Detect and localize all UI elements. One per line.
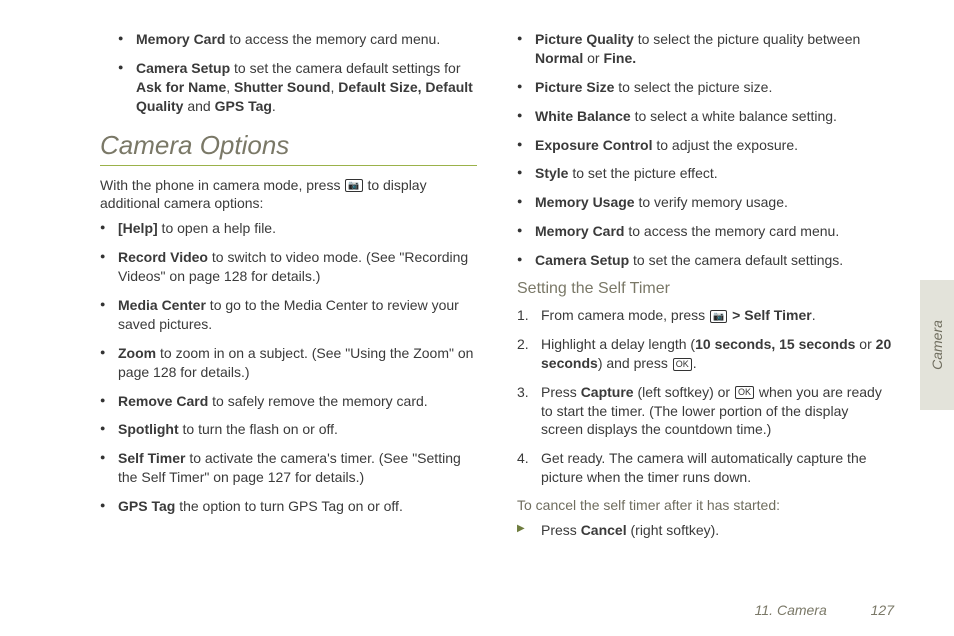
footer-page-number: 127	[871, 602, 894, 618]
list-item: Remove Card to safely remove the memory …	[100, 392, 477, 411]
camera-options-list-left: [Help] to open a help file. Record Video …	[100, 219, 477, 516]
section-rule	[100, 165, 477, 166]
list-item: Press Cancel (right softkey).	[517, 521, 894, 540]
footer-chapter: 11. Camera	[755, 602, 827, 618]
list-item: Record Video to switch to video mode. (S…	[100, 248, 477, 286]
list-item: Memory Card to access the memory card me…	[517, 222, 894, 241]
list-item: Camera Setup to set the camera default s…	[517, 251, 894, 270]
cancel-list: Press Cancel (right softkey).	[517, 521, 894, 540]
ok-icon: OK	[673, 358, 692, 371]
list-item: GPS Tag the option to turn GPS Tag on or…	[100, 497, 477, 516]
list-item: Exposure Control to adjust the exposure.	[517, 136, 894, 155]
list-item: Press Capture (left softkey) or OK when …	[517, 383, 894, 440]
list-item: Memory Card to access the memory card me…	[100, 30, 477, 49]
list-item: Style to set the picture effect.	[517, 164, 894, 183]
list-item: Highlight a delay length (10 seconds, 15…	[517, 335, 894, 373]
list-item: From camera mode, press 📷 > Self Timer.	[517, 306, 894, 325]
page: Memory Card to access the memory card me…	[0, 0, 954, 560]
section-tab: Camera	[920, 280, 954, 410]
camera-icon: 📷	[710, 310, 727, 323]
right-column: Picture Quality to select the picture qu…	[517, 30, 894, 550]
list-item: Spotlight to turn the flash on or off.	[100, 420, 477, 439]
ok-icon: OK	[735, 386, 754, 399]
section-intro: With the phone in camera mode, press 📷 t…	[100, 176, 477, 214]
carryover-bullets: Memory Card to access the memory card me…	[100, 30, 477, 116]
page-footer: 11. Camera 127	[755, 602, 894, 618]
list-item: Get ready. The camera will automatically…	[517, 449, 894, 487]
list-item: Media Center to go to the Media Center t…	[100, 296, 477, 334]
list-item: Zoom to zoom in on a subject. (See "Usin…	[100, 344, 477, 382]
cancel-lead: To cancel the self timer after it has st…	[517, 497, 894, 513]
list-item: Picture Size to select the picture size.	[517, 78, 894, 97]
list-item: Memory Usage to verify memory usage.	[517, 193, 894, 212]
self-timer-steps: From camera mode, press 📷 > Self Timer. H…	[517, 306, 894, 487]
list-item: [Help] to open a help file.	[100, 219, 477, 238]
list-item: Camera Setup to set the camera default s…	[100, 59, 477, 116]
list-item: Self Timer to activate the camera's time…	[100, 449, 477, 487]
section-heading: Camera Options	[100, 130, 477, 161]
camera-icon: 📷	[345, 179, 362, 192]
subsection-heading: Setting the Self Timer	[517, 280, 894, 298]
section-tab-label: Camera	[929, 320, 945, 370]
list-item: Picture Quality to select the picture qu…	[517, 30, 894, 68]
camera-options-list-right: Picture Quality to select the picture qu…	[517, 30, 894, 270]
left-column: Memory Card to access the memory card me…	[100, 30, 477, 550]
list-item: White Balance to select a white balance …	[517, 107, 894, 126]
